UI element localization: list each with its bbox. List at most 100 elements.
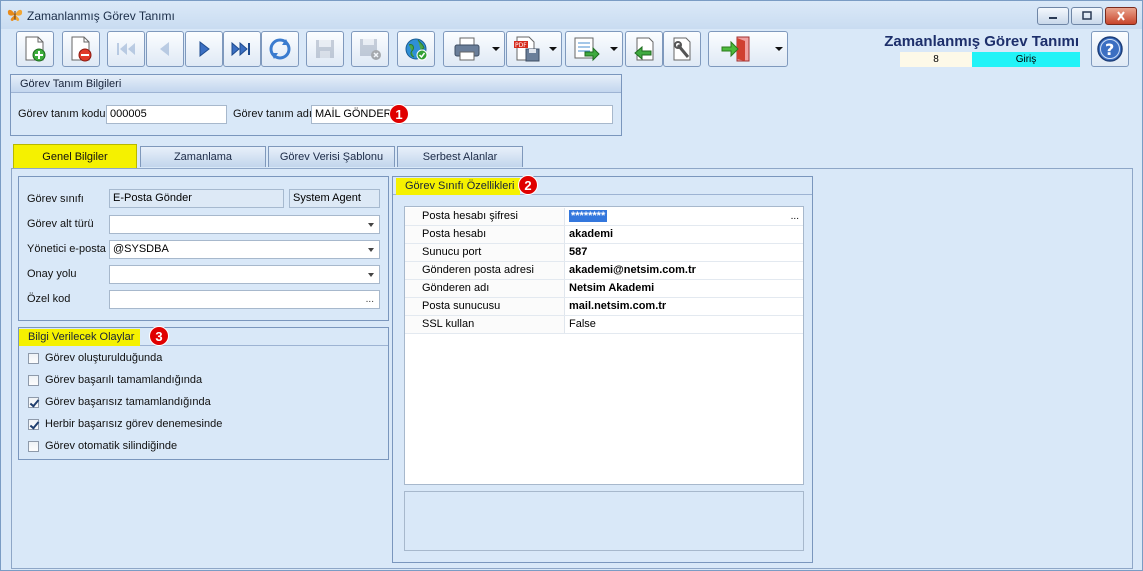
exit-icon: [719, 35, 753, 66]
manager-email-select[interactable]: @SYSDBA: [109, 240, 380, 259]
print-dropdown-icon: [492, 47, 500, 51]
checkbox-checked[interactable]: [28, 396, 39, 408]
task-subtype-select[interactable]: [109, 215, 380, 234]
task-code-field[interactable]: 000005: [106, 105, 227, 124]
marker-badge-2: 2: [518, 175, 538, 195]
previous-record-button[interactable]: [146, 31, 184, 67]
property-value[interactable]: mail.netsim.com.tr: [567, 298, 803, 315]
property-row-password[interactable]: Posta hesabı şifresi ******** ...: [405, 208, 803, 226]
export-pdf-button[interactable]: PDF: [506, 31, 562, 67]
task-subtype-label: Görev alt türü: [27, 218, 94, 230]
mode-indicator: Giriş: [972, 52, 1080, 67]
ellipsis-icon[interactable]: ...: [366, 291, 374, 308]
tab-scheduling[interactable]: Zamanlama: [140, 146, 266, 167]
event-task-auto-deleted[interactable]: Görev otomatik silindiğinde: [28, 438, 177, 454]
new-record-button[interactable]: [16, 31, 54, 67]
maximize-icon: [1082, 11, 1092, 20]
property-label: Gönderen posta adresi: [405, 262, 565, 279]
task-class-label: Görev sınıfı: [27, 193, 84, 205]
definition-panel-title: Görev Tanım Bilgileri: [11, 75, 621, 93]
property-value[interactable]: 587: [567, 244, 803, 261]
tab-data-template[interactable]: Görev Verisi Şablonu: [268, 146, 395, 167]
web-button[interactable]: [397, 31, 435, 67]
form-title: Zamanlanmış Görev Tanımı: [884, 33, 1079, 50]
property-row-mail-server[interactable]: Posta sunucusu mail.netsim.com.tr: [405, 298, 803, 316]
property-value[interactable]: False: [567, 316, 803, 333]
minimize-button[interactable]: [1037, 7, 1069, 25]
property-row-sender-address[interactable]: Gönderen posta adresi akademi@netsim.com…: [405, 262, 803, 280]
previous-icon: [160, 42, 169, 56]
export-button[interactable]: [565, 31, 623, 67]
chevron-down-icon: [368, 223, 374, 227]
property-description-box: [404, 491, 804, 551]
task-name-field[interactable]: MAİL GÖNDER: [311, 105, 613, 124]
tools-button[interactable]: [663, 31, 701, 67]
back-icon: [634, 37, 654, 61]
delete-record-button[interactable]: [62, 31, 100, 67]
refresh-icon: [269, 38, 291, 60]
maximize-button[interactable]: [1071, 7, 1103, 25]
tab-free-fields[interactable]: Serbest Alanlar: [397, 146, 523, 167]
approval-path-select[interactable]: [109, 265, 380, 284]
property-label: Posta sunucusu: [405, 298, 565, 315]
marker-badge-3: 3: [149, 326, 169, 346]
event-label: Görev başarılı tamamlandığında: [45, 374, 203, 386]
property-row-port[interactable]: Sunucu port 587: [405, 244, 803, 262]
marker-badge-1: 1: [389, 104, 409, 124]
back-button[interactable]: [625, 31, 663, 67]
next-record-button[interactable]: [185, 31, 223, 67]
chevron-down-icon: [368, 273, 374, 277]
checkbox[interactable]: [28, 374, 39, 386]
property-label: Posta hesabı: [405, 226, 565, 243]
class-properties-header: Görev Sınıfı Özellikleri: [393, 177, 812, 195]
last-record-button[interactable]: [223, 31, 261, 67]
property-value[interactable]: Netsim Akademi: [567, 280, 803, 297]
save-close-button[interactable]: [351, 31, 389, 67]
property-value[interactable]: akademi@netsim.com.tr: [567, 262, 803, 279]
event-label: Görev oluşturulduğunda: [45, 352, 163, 364]
property-row-ssl[interactable]: SSL kullan False: [405, 316, 803, 334]
title-bar: Zamanlanmış Görev Tanımı: [1, 1, 1142, 29]
checkbox[interactable]: [28, 440, 39, 452]
help-button[interactable]: ?: [1091, 31, 1129, 67]
record-number: 8: [900, 52, 972, 67]
event-task-success[interactable]: Görev başarılı tamamlandığında: [28, 372, 202, 388]
chevron-down-icon: [368, 248, 374, 252]
checkbox[interactable]: [28, 352, 39, 364]
property-value[interactable]: akademi: [567, 226, 803, 243]
property-row-account[interactable]: Posta hesabı akademi: [405, 226, 803, 244]
tools-icon: [673, 37, 691, 61]
task-class-field: E-Posta Gönder: [109, 189, 284, 208]
print-button[interactable]: [443, 31, 505, 67]
exit-button[interactable]: [708, 31, 788, 67]
checkbox-checked[interactable]: [28, 418, 39, 430]
close-button[interactable]: [1105, 7, 1137, 25]
event-label: Herbir başarısız görev denemesinde: [45, 418, 223, 430]
save-button[interactable]: [306, 31, 344, 67]
task-agent-field: System Agent: [289, 189, 380, 208]
property-grid: Posta hesabı şifresi ******** ... Posta …: [404, 206, 804, 485]
exit-dropdown-icon: [775, 47, 783, 51]
application-window: Zamanlanmış Görev Tanımı PDF Zamanlanmış…: [0, 0, 1143, 571]
event-each-failed-attempt[interactable]: Herbir başarısız görev denemesinde: [28, 416, 222, 432]
pdf-icon: PDF: [512, 35, 542, 66]
delete-document-icon: [71, 36, 92, 62]
task-name-label: Görev tanım adı: [233, 108, 312, 120]
printer-icon: [452, 35, 482, 66]
tab-general[interactable]: Genel Bilgiler: [13, 144, 137, 169]
export-pdf-dropdown-icon: [549, 47, 557, 51]
first-record-button[interactable]: [107, 31, 145, 67]
manager-email-value: @SYSDBA: [113, 243, 169, 255]
special-code-field[interactable]: ...: [109, 290, 380, 309]
property-label: Sunucu port: [405, 244, 565, 261]
events-panel-header: Bilgi Verilecek Olaylar: [19, 328, 388, 346]
globe-icon: [405, 38, 428, 61]
export-icon: [571, 35, 601, 66]
event-task-failed[interactable]: Görev başarısız tamamlandığında: [28, 394, 211, 410]
property-row-sender-name[interactable]: Gönderen adı Netsim Akademi: [405, 280, 803, 298]
event-task-created[interactable]: Görev oluşturulduğunda: [28, 350, 162, 366]
ellipsis-icon[interactable]: ...: [791, 208, 799, 225]
event-label: Görev başarısız tamamlandığında: [45, 396, 211, 408]
property-value-password[interactable]: ******** ...: [567, 208, 803, 225]
refresh-button[interactable]: [261, 31, 299, 67]
